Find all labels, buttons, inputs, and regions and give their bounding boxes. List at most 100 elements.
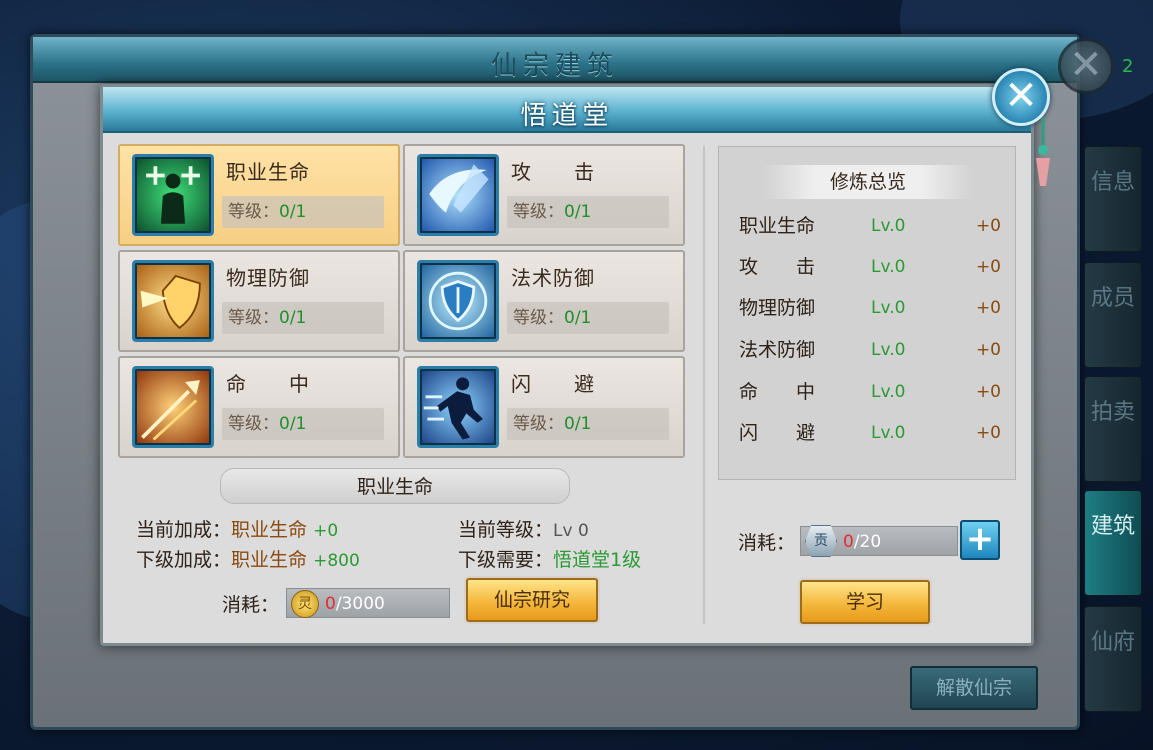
close-icon: ✕ <box>1069 42 1103 88</box>
plus-icon: + <box>965 519 995 559</box>
level-prefix: 等级： <box>228 308 279 328</box>
research-cost-label: 消耗： <box>222 594 280 616</box>
dialog-title-bar: 悟道堂 <box>103 87 1031 133</box>
current-bonus-label: 当前加成： <box>136 519 232 541</box>
overview-row: 攻 击 Lv.0 +0 <box>739 252 1001 282</box>
overview-row: 法术防御 Lv.0 +0 <box>739 335 1001 365</box>
skill-card-dodge[interactable]: 闪 避 等级：0/1 <box>403 356 685 458</box>
skill-level: 等级：0/1 <box>222 196 384 228</box>
level-value: 0/1 <box>564 414 592 434</box>
overview-row-bonus: +0 <box>975 298 1001 318</box>
tab-auction[interactable]: 拍卖 <box>1084 376 1142 482</box>
overview-row-name: 物理防御 <box>739 297 816 319</box>
skill-card-magic-defense[interactable]: 法术防御 等级：0/1 <box>403 250 685 352</box>
skill-card-hit[interactable]: 命 中 等级：0/1 <box>118 356 400 458</box>
attack-icon <box>417 154 499 236</box>
tab-info[interactable]: 信息 <box>1084 146 1142 252</box>
level-prefix: 等级： <box>513 308 564 328</box>
skill-name: 物理防御 <box>226 266 310 290</box>
magic-defense-icon <box>417 260 499 342</box>
next-requirement-value: 悟道堂1级 <box>553 549 642 571</box>
coin-icon: 灵 <box>291 590 319 618</box>
skill-name: 法术防御 <box>511 266 595 290</box>
learn-cost-label: 消耗： <box>738 532 796 554</box>
learn-cost-box: 贡 0/20 <box>800 525 958 557</box>
tab-label: 建筑 <box>1090 514 1135 539</box>
current-bonus: 当前加成：职业生命 +0 <box>136 515 338 542</box>
cultivation-overview: 修炼总览 职业生命 Lv.0 +0 攻 击 Lv.0 +0 物理防御 Lv.0 … <box>718 146 1016 480</box>
life-icon <box>132 154 214 236</box>
tab-members[interactable]: 成员 <box>1084 262 1142 368</box>
level-value: 0/1 <box>279 308 307 328</box>
level-value: 0/1 <box>564 308 592 328</box>
contribution-token-icon: 贡 <box>805 525 837 557</box>
current-level-value: Lv 0 <box>553 521 589 541</box>
research-cost-box: 灵 0/3000 <box>286 588 450 618</box>
skill-level: 等级：0/1 <box>507 408 669 440</box>
add-contribution-button[interactable]: + <box>960 520 1000 560</box>
learn-cost-have: 0 <box>843 532 854 552</box>
overview-row-name: 闪 避 <box>739 422 816 444</box>
level-value: 0/1 <box>279 202 307 222</box>
research-cost-need: /3000 <box>335 594 385 614</box>
overview-row: 闪 避 Lv.0 +0 <box>739 418 1001 448</box>
disband-sect-button[interactable]: 解散仙宗 <box>910 666 1038 710</box>
overview-title: 修炼总览 <box>763 165 973 199</box>
skill-name: 职业生命 <box>226 160 310 184</box>
tab-buildings[interactable]: 建筑 <box>1084 490 1142 596</box>
dodge-icon <box>417 366 499 448</box>
skill-card-life[interactable]: 职业生命 等级：0/1 <box>118 144 400 246</box>
skill-name: 命 中 <box>226 372 310 396</box>
outer-title-bar: 仙宗建筑 <box>33 37 1077 83</box>
overview-row-bonus: +0 <box>975 423 1001 443</box>
overview-row-level: Lv.0 <box>871 340 906 360</box>
next-bonus: 下级加成：职业生命 +800 <box>136 545 360 572</box>
skill-level: 等级：0/1 <box>222 408 384 440</box>
outer-window-title: 仙宗建筑 <box>490 51 619 81</box>
skill-level: 等级：0/1 <box>507 196 669 228</box>
skill-name: 闪 避 <box>511 372 595 396</box>
tab-label: 成员 <box>1090 286 1135 311</box>
tassel-ornament-icon <box>1036 118 1050 186</box>
overview-row-bonus: +0 <box>975 340 1001 360</box>
learn-button[interactable]: 学习 <box>800 580 930 624</box>
next-requirement-label: 下级需要： <box>458 549 554 571</box>
skill-card-attack[interactable]: 攻 击 等级：0/1 <box>403 144 685 246</box>
level-prefix: 等级： <box>228 414 279 434</box>
level-prefix: 等级： <box>228 202 279 222</box>
overview-row-level: Lv.0 <box>871 298 906 318</box>
physical-defense-icon <box>132 260 214 342</box>
overview-row-level: Lv.0 <box>871 423 906 443</box>
overview-row-name: 攻 击 <box>739 256 816 278</box>
outer-close-button[interactable]: ✕ <box>1058 38 1114 94</box>
next-bonus-value: +800 <box>313 551 360 571</box>
skill-card-physical-defense[interactable]: 物理防御 等级：0/1 <box>118 250 400 352</box>
current-bonus-value: +0 <box>313 521 339 541</box>
next-bonus-name: 职业生命 <box>231 549 308 571</box>
overview-row: 物理防御 Lv.0 +0 <box>739 293 1001 323</box>
selected-skill-bar: 职业生命 <box>220 468 570 504</box>
overview-row-bonus: +0 <box>975 382 1001 402</box>
overview-row-level: Lv.0 <box>871 382 906 402</box>
next-bonus-label: 下级加成： <box>136 549 232 571</box>
learn-cost-need: /20 <box>853 532 882 552</box>
level-value: 0/1 <box>564 202 592 222</box>
overview-row-name: 命 中 <box>739 381 816 403</box>
hit-icon <box>132 366 214 448</box>
outer-count-badge: 2 <box>1122 56 1134 77</box>
research-cost-have: 0 <box>325 594 336 614</box>
overview-row-bonus: +0 <box>975 257 1001 277</box>
current-bonus-name: 职业生命 <box>231 519 308 541</box>
tab-mansion[interactable]: 仙府 <box>1084 606 1142 712</box>
overview-row-level: Lv.0 <box>871 216 906 236</box>
current-level-label: 当前等级： <box>458 519 554 541</box>
dialog-title: 悟道堂 <box>520 101 614 131</box>
level-value: 0/1 <box>279 414 307 434</box>
overview-row-name: 法术防御 <box>739 339 816 361</box>
overview-row-bonus: +0 <box>975 216 1001 236</box>
tab-label: 仙府 <box>1090 630 1135 655</box>
level-prefix: 等级： <box>513 202 564 222</box>
tab-label: 拍卖 <box>1090 400 1135 425</box>
sect-research-button[interactable]: 仙宗研究 <box>466 578 598 622</box>
overview-row: 命 中 Lv.0 +0 <box>739 377 1001 407</box>
